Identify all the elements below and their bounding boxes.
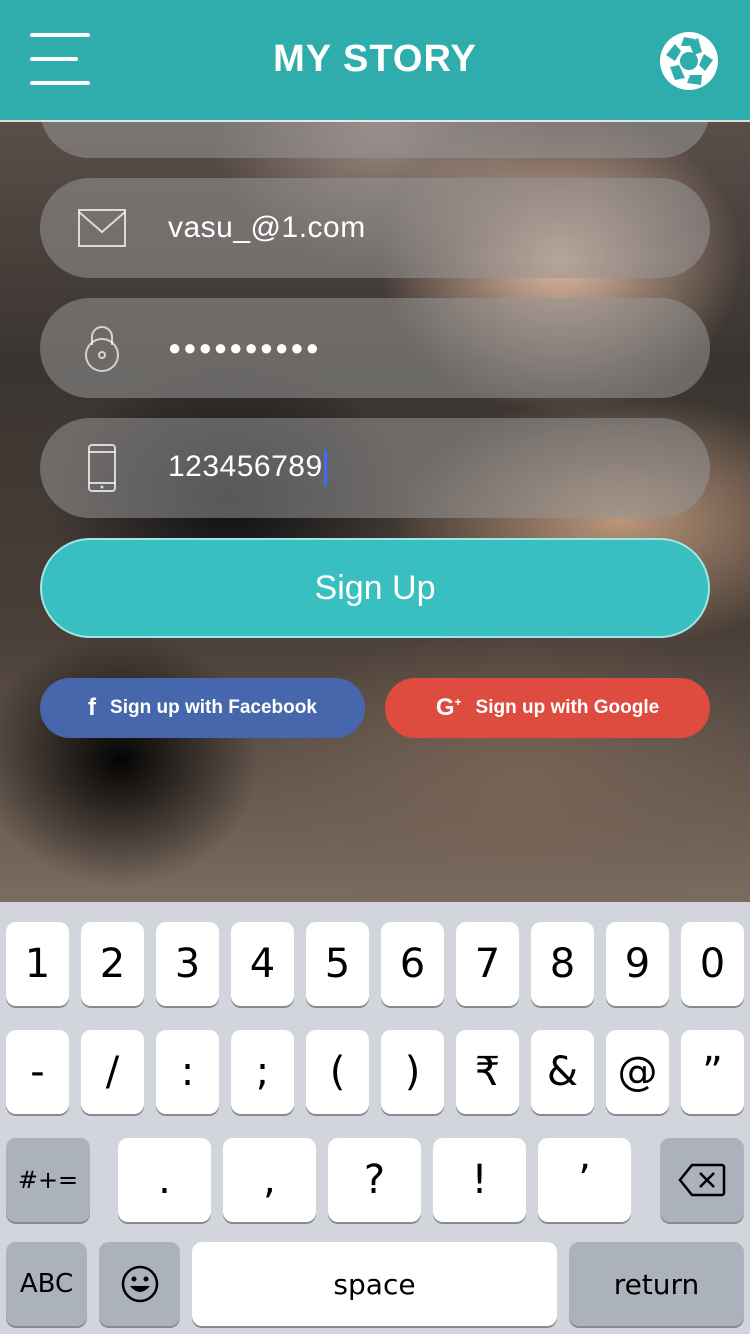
key-at[interactable]: @ xyxy=(606,1030,669,1114)
facebook-icon: f xyxy=(88,694,97,721)
key-8[interactable]: 8 xyxy=(531,922,594,1006)
phone-value: 123456789 xyxy=(168,449,323,483)
key-slash[interactable]: / xyxy=(81,1030,144,1114)
key-abc[interactable]: ABC xyxy=(6,1242,87,1326)
key-3[interactable]: 3 xyxy=(156,922,219,1006)
app-header: MY STORY xyxy=(0,0,750,120)
page-title: MY STORY xyxy=(273,38,477,80)
key-period[interactable]: . xyxy=(118,1138,211,1222)
keyboard: 1 2 3 4 5 6 7 8 9 0 - / : ; ( ) ₹ & @ ” … xyxy=(0,902,750,1334)
key-apostrophe[interactable]: ’ xyxy=(538,1138,631,1222)
aperture-logo-icon[interactable] xyxy=(658,30,720,92)
key-ampersand[interactable]: & xyxy=(531,1030,594,1114)
key-colon[interactable]: : xyxy=(156,1030,219,1114)
password-field[interactable]: ●●●●●●●●●● xyxy=(40,298,710,398)
return-key[interactable]: return xyxy=(569,1242,744,1326)
key-quote[interactable]: ” xyxy=(681,1030,744,1114)
key-open-paren[interactable]: ( xyxy=(306,1030,369,1114)
key-4[interactable]: 4 xyxy=(231,922,294,1006)
mobile-phone-icon xyxy=(88,444,116,492)
emoji-key[interactable] xyxy=(99,1242,180,1326)
key-5[interactable]: 5 xyxy=(306,922,369,1006)
lock-icon xyxy=(85,326,119,372)
key-9[interactable]: 9 xyxy=(606,922,669,1006)
google-signup-label: Sign up with Google xyxy=(475,697,660,718)
key-semicolon[interactable]: ; xyxy=(231,1030,294,1114)
backspace-icon xyxy=(678,1163,726,1197)
key-close-paren[interactable]: ) xyxy=(381,1030,444,1114)
key-1[interactable]: 1 xyxy=(6,922,69,1006)
phone-field[interactable]: 123456789 xyxy=(40,418,710,518)
password-value: ●●●●●●●●●● xyxy=(168,335,321,360)
key-6[interactable]: 6 xyxy=(381,922,444,1006)
phone-value-wrap: 123456789 xyxy=(168,449,327,487)
key-0[interactable]: 0 xyxy=(681,922,744,1006)
key-2[interactable]: 2 xyxy=(81,922,144,1006)
facebook-signup-label: Sign up with Facebook xyxy=(110,697,317,718)
key-rupee[interactable]: ₹ xyxy=(456,1030,519,1114)
backspace-key[interactable] xyxy=(660,1138,744,1222)
google-plus-icon: G+ xyxy=(435,694,462,721)
sign-up-button[interactable]: Sign Up xyxy=(40,538,710,638)
key-comma[interactable]: , xyxy=(223,1138,316,1222)
envelope-icon xyxy=(78,209,126,247)
email-field[interactable]: vasu_@1.com xyxy=(40,178,710,278)
text-cursor xyxy=(323,450,327,487)
key-question[interactable]: ? xyxy=(328,1138,421,1222)
key-hyphen[interactable]: - xyxy=(6,1030,69,1114)
key-7[interactable]: 7 xyxy=(456,922,519,1006)
google-signup-button[interactable]: G+ Sign up with Google xyxy=(385,678,710,738)
key-more-symbols[interactable]: #+= xyxy=(6,1138,90,1222)
space-key[interactable]: space xyxy=(192,1242,557,1326)
email-value: vasu_@1.com xyxy=(168,211,366,244)
emoji-icon xyxy=(121,1265,158,1303)
facebook-signup-button[interactable]: f Sign up with Facebook xyxy=(40,678,365,738)
key-exclamation[interactable]: ! xyxy=(433,1138,526,1222)
